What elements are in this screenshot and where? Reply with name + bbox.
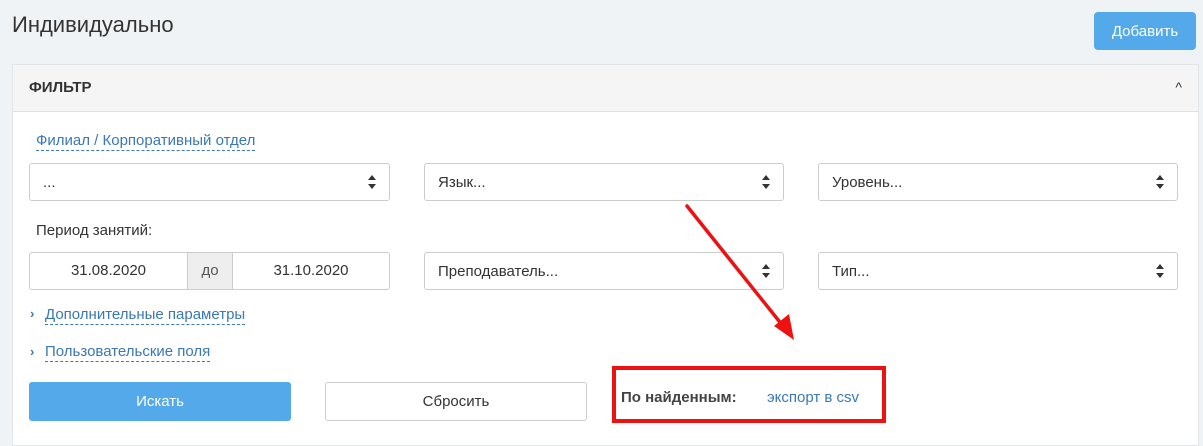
language-select-value: Язык... (438, 174, 486, 191)
period-label: Период занятий: (36, 222, 153, 239)
sort-arrows-icon (1156, 264, 1164, 278)
teacher-select-value: Преподаватель... (438, 263, 559, 280)
language-select[interactable]: Язык... (424, 163, 784, 201)
sort-arrows-icon (1156, 175, 1164, 189)
level-select[interactable]: Уровень... (818, 163, 1178, 201)
filter-title: ФИЛЬТР (29, 79, 92, 96)
extra-params-link[interactable]: Дополнительные параметры (45, 306, 246, 325)
sort-arrows-icon (762, 264, 770, 278)
custom-fields-link[interactable]: Пользовательские поля (45, 343, 211, 362)
sort-arrows-icon (368, 175, 376, 189)
level-select-value: Уровень... (832, 174, 903, 191)
chevron-up-icon[interactable]: ^ (1175, 79, 1182, 95)
branch-link[interactable]: Филиал / Корпоративный отдел (36, 132, 256, 151)
branch-select-value: ... (43, 174, 56, 191)
found-label: По найденным: (621, 389, 737, 406)
date-separator: до (188, 252, 232, 290)
add-button[interactable]: Добавить (1094, 12, 1196, 50)
chevron-right-icon[interactable]: › (30, 344, 34, 359)
sort-arrows-icon (762, 175, 770, 189)
chevron-right-icon[interactable]: › (30, 306, 34, 321)
teacher-select[interactable]: Преподаватель... (424, 252, 784, 290)
date-to-input[interactable]: 31.10.2020 (232, 252, 390, 290)
branch-select[interactable]: ... (29, 163, 390, 201)
type-select-value: Тип... (832, 263, 870, 280)
reset-button[interactable]: Сбросить (325, 382, 587, 421)
page-title: Индивидуально (12, 12, 174, 37)
export-csv-link[interactable]: экспорт в csv (767, 389, 859, 406)
type-select[interactable]: Тип... (818, 252, 1178, 290)
filter-panel-header[interactable]: ФИЛЬТР ^ (13, 65, 1198, 112)
search-button[interactable]: Искать (29, 382, 291, 421)
date-from-input[interactable]: 31.08.2020 (29, 252, 188, 290)
